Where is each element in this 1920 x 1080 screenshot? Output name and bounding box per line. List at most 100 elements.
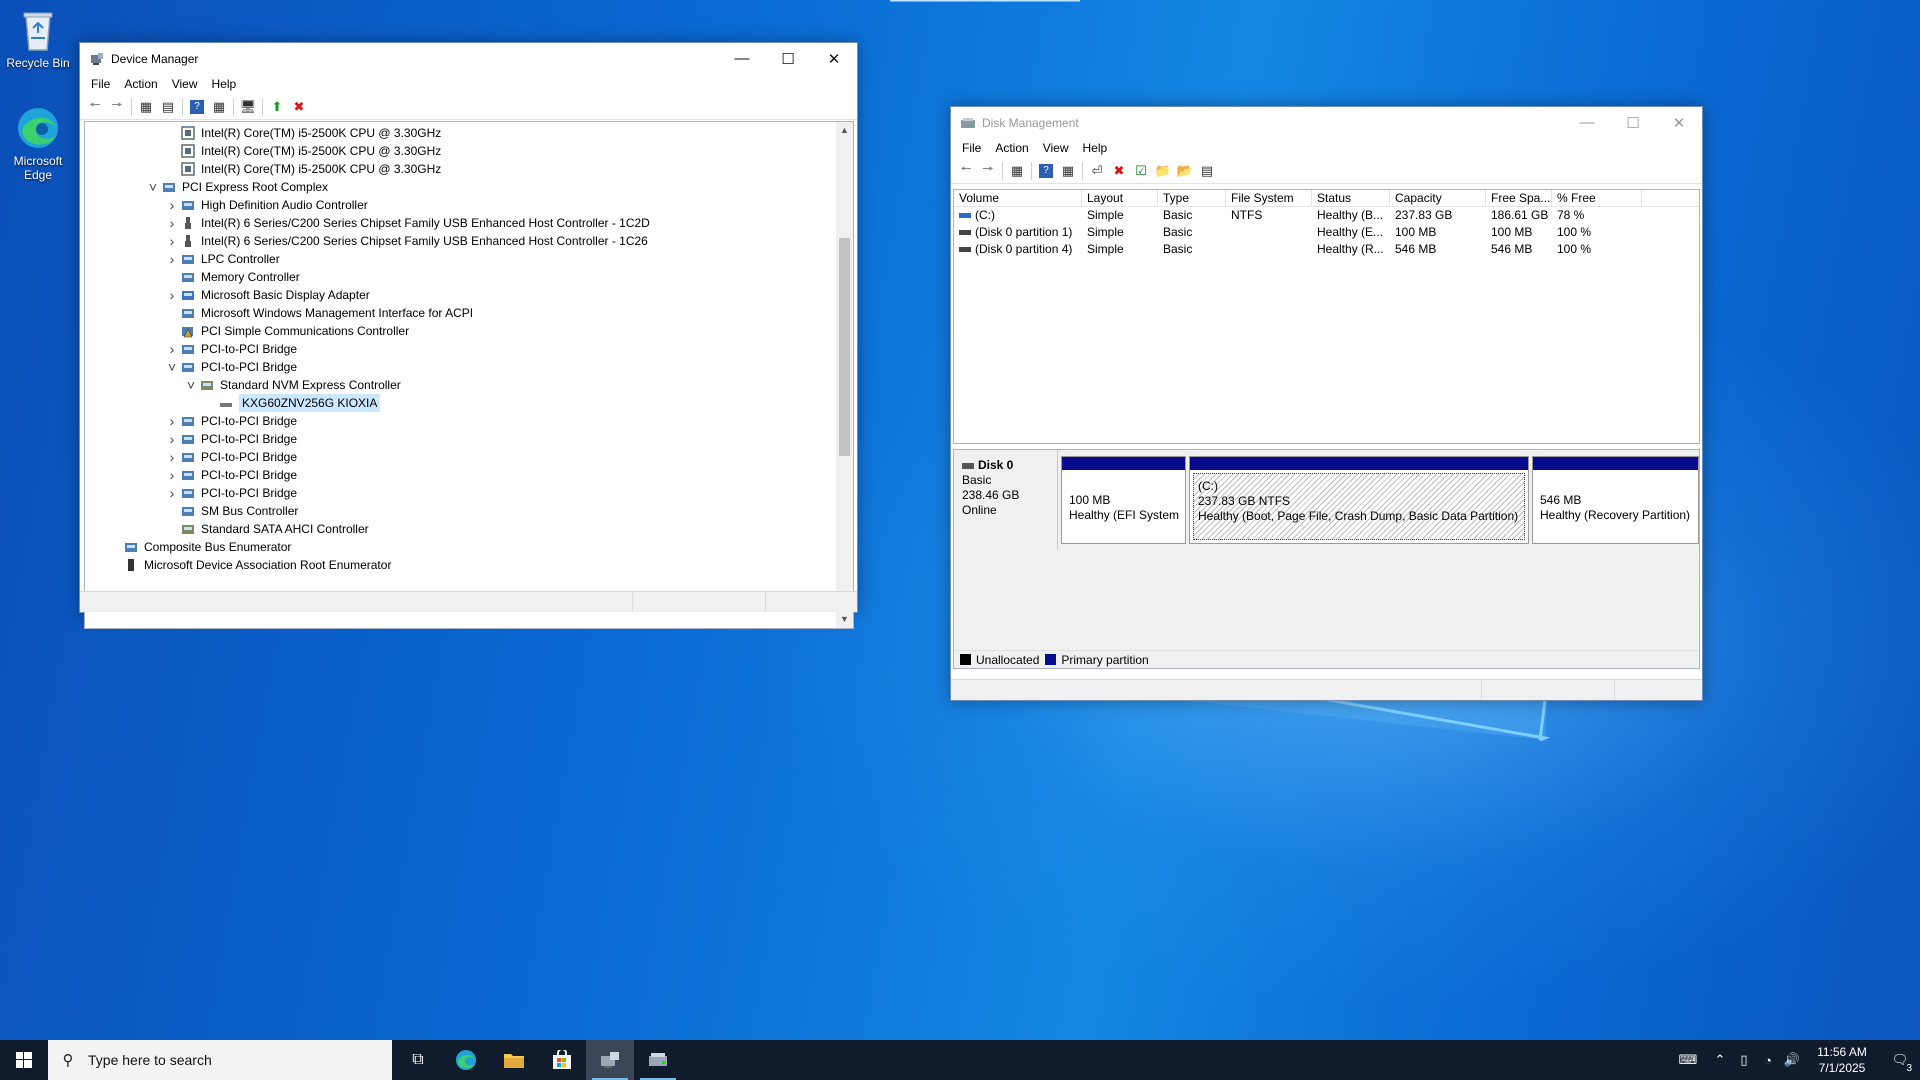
device-tree[interactable]: Intel(R) Core(TM) i5-2500K CPU @ 3.30GHz… (84, 121, 854, 629)
taskbar-device-manager-button[interactable] (586, 1040, 634, 1080)
tree-item[interactable]: Microsoft Device Association Root Enumer… (108, 556, 391, 574)
taskbar-edge-button[interactable] (442, 1040, 490, 1080)
taskbar-disk-management-button[interactable] (634, 1040, 682, 1080)
taskbar-file-explorer-button[interactable] (490, 1040, 538, 1080)
tree-item[interactable]: › PCI-to-PCI Bridge (165, 340, 297, 358)
column-header-file-system[interactable]: File System (1226, 190, 1312, 206)
tree-item[interactable]: › Intel(R) 6 Series/C200 Series Chipset F… (165, 232, 648, 250)
tree-item[interactable]: Intel(R) Core(TM) i5-2500K CPU @ 3.30GHz (165, 160, 441, 178)
column-header-volume[interactable]: Volume (954, 190, 1082, 206)
tree-item[interactable]: ˅ Standard NVM Express Controller (184, 376, 401, 394)
column-header-percent-free[interactable]: % Free (1552, 190, 1642, 206)
forward-arrow-icon[interactable]: 🠖 (106, 96, 128, 118)
column-header-status[interactable]: Status (1312, 190, 1390, 206)
chevron-right-icon[interactable]: › (165, 430, 179, 448)
show-hide-action-pane-icon[interactable]: ▦ (208, 96, 230, 118)
back-arrow-icon[interactable]: 🠔 (84, 96, 106, 118)
tree-item[interactable]: PCI Simple Communications Controller (165, 322, 409, 340)
uninstall-device-icon[interactable]: ✖ (288, 96, 310, 118)
tree-item[interactable]: › PCI-to-PCI Bridge (165, 484, 297, 502)
device-manager-titlebar[interactable]: Device Manager — ☐ ✕ (80, 43, 857, 74)
taskbar-store-button[interactable] (538, 1040, 586, 1080)
properties-icon[interactable]: ▤ (1196, 160, 1218, 182)
menu-action[interactable]: Action (117, 77, 164, 91)
tree-item[interactable]: › Microsoft Basic Display Adapter (165, 286, 370, 304)
start-button[interactable] (0, 1040, 48, 1080)
tree-item[interactable]: SM Bus Controller (165, 502, 298, 520)
chevron-right-icon[interactable]: › (165, 412, 179, 430)
scan-hardware-changes-icon[interactable]: 🖥 (237, 96, 259, 118)
volume-row[interactable]: (C:) Simple Basic NTFS Healthy (B... 237.83 G… (954, 207, 1699, 224)
volume-list[interactable]: Volume Layout Type File System Status Ca… (953, 189, 1700, 444)
maximize-button[interactable]: ☐ (1610, 107, 1656, 138)
column-header-free-space[interactable]: Free Spa... (1486, 190, 1552, 206)
tree-item[interactable]: › High Definition Audio Controller (165, 196, 368, 214)
desktop-icon-edge[interactable]: Microsoft Edge (0, 106, 76, 182)
tree-item[interactable]: KXG60ZNV256G KIOXIA (203, 394, 381, 412)
volume-icon[interactable]: 🔊 (1780, 1040, 1804, 1080)
tree-item[interactable]: ˅ PCI Express Root Complex (146, 178, 328, 196)
taskbar-clock[interactable]: 11:56 AM 7/1/2025 (1804, 1044, 1880, 1076)
show-hide-action-pane-icon[interactable]: ▦ (1057, 160, 1079, 182)
menu-action[interactable]: Action (988, 141, 1035, 155)
close-button[interactable]: ✕ (811, 43, 857, 74)
tree-item[interactable]: › LPC Controller (165, 250, 280, 268)
usb-eject-icon[interactable]: ▯ (1732, 1040, 1756, 1080)
chevron-right-icon[interactable]: › (165, 214, 179, 232)
chevron-right-icon[interactable]: › (165, 484, 179, 502)
chevron-right-icon[interactable]: › (165, 340, 179, 358)
partition-c-drive[interactable]: (C:) 237.83 GB NTFS Healthy (Boot, Page … (1189, 456, 1529, 544)
menu-file[interactable]: File (84, 77, 117, 91)
partition-efi[interactable]: 100 MB Healthy (EFI System P (1061, 456, 1186, 544)
disk-management-titlebar[interactable]: Disk Management — ☐ ✕ (951, 107, 1702, 138)
back-arrow-icon[interactable]: 🠔 (955, 160, 977, 182)
show-hide-console-tree-icon[interactable]: ▦ (135, 96, 157, 118)
tree-item[interactable]: Standard SATA AHCI Controller (165, 520, 369, 538)
taskbar-search-box[interactable]: ⚲ Type here to search (48, 1040, 392, 1080)
column-header-capacity[interactable]: Capacity (1390, 190, 1486, 206)
desktop-icon-recycle-bin[interactable]: Recycle Bin (0, 8, 76, 70)
tree-item[interactable]: › Intel(R) 6 Series/C200 Series Chipset F… (165, 214, 650, 232)
show-hide-console-tree-icon[interactable]: ▦ (1006, 160, 1028, 182)
properties-icon[interactable]: ▤ (157, 96, 179, 118)
chevron-down-icon[interactable]: ˅ (184, 376, 198, 394)
chevron-right-icon[interactable]: › (165, 250, 179, 268)
menu-view[interactable]: View (165, 77, 205, 91)
tree-item[interactable]: Composite Bus Enumerator (108, 538, 291, 556)
chevron-right-icon[interactable]: › (165, 448, 179, 466)
action-center-button[interactable]: 🗨 3 (1880, 1040, 1920, 1080)
chevron-down-icon[interactable]: ˅ (146, 178, 160, 196)
column-header-layout[interactable]: Layout (1082, 190, 1158, 206)
chevron-right-icon[interactable]: › (165, 466, 179, 484)
disk-0-label[interactable]: Disk 0 Basic 238.46 GB Online (954, 450, 1058, 550)
scroll-down-icon[interactable]: ▼ (836, 611, 853, 628)
column-header-type[interactable]: Type (1158, 190, 1226, 206)
tree-item[interactable]: › PCI-to-PCI Bridge (165, 448, 297, 466)
help-icon[interactable]: ? (1039, 163, 1053, 178)
checkmark-icon[interactable]: ☑ (1130, 160, 1152, 182)
tree-item[interactable]: Microsoft Windows Management Interface f… (165, 304, 473, 322)
chevron-right-icon[interactable]: › (165, 196, 179, 214)
connect-disk-icon[interactable]: ⏎ (1086, 160, 1108, 182)
menu-help[interactable]: Help (205, 77, 244, 91)
tree-item[interactable]: Intel(R) Core(TM) i5-2500K CPU @ 3.30GHz (165, 124, 441, 142)
minimize-button[interactable]: — (1564, 107, 1610, 138)
scrollbar-thumb[interactable] (839, 238, 850, 456)
tree-item[interactable]: › PCI-to-PCI Bridge (165, 412, 297, 430)
forward-arrow-icon[interactable]: 🠖 (977, 160, 999, 182)
explore-folder-icon[interactable]: 📂 (1174, 160, 1196, 182)
update-driver-icon[interactable]: ⬆ (266, 96, 288, 118)
tree-item[interactable]: › PCI-to-PCI Bridge (165, 430, 297, 448)
scroll-up-icon[interactable]: ▲ (836, 122, 853, 139)
menu-view[interactable]: View (1036, 141, 1076, 155)
minimize-button[interactable]: — (719, 43, 765, 74)
close-button[interactable]: ✕ (1656, 107, 1702, 138)
chevron-down-icon[interactable]: ˅ (165, 358, 179, 376)
chevron-right-icon[interactable]: › (165, 232, 179, 250)
show-hidden-icons-chevron-icon[interactable]: ⌃ (1708, 1040, 1732, 1080)
delete-icon[interactable]: ✖ (1108, 160, 1130, 182)
menu-help[interactable]: Help (1076, 141, 1115, 155)
maximize-button[interactable]: ☐ (765, 43, 811, 74)
help-icon[interactable]: ? (190, 99, 204, 114)
volume-row[interactable]: (Disk 0 partition 1) Simple Basic Healthy (… (954, 224, 1699, 241)
